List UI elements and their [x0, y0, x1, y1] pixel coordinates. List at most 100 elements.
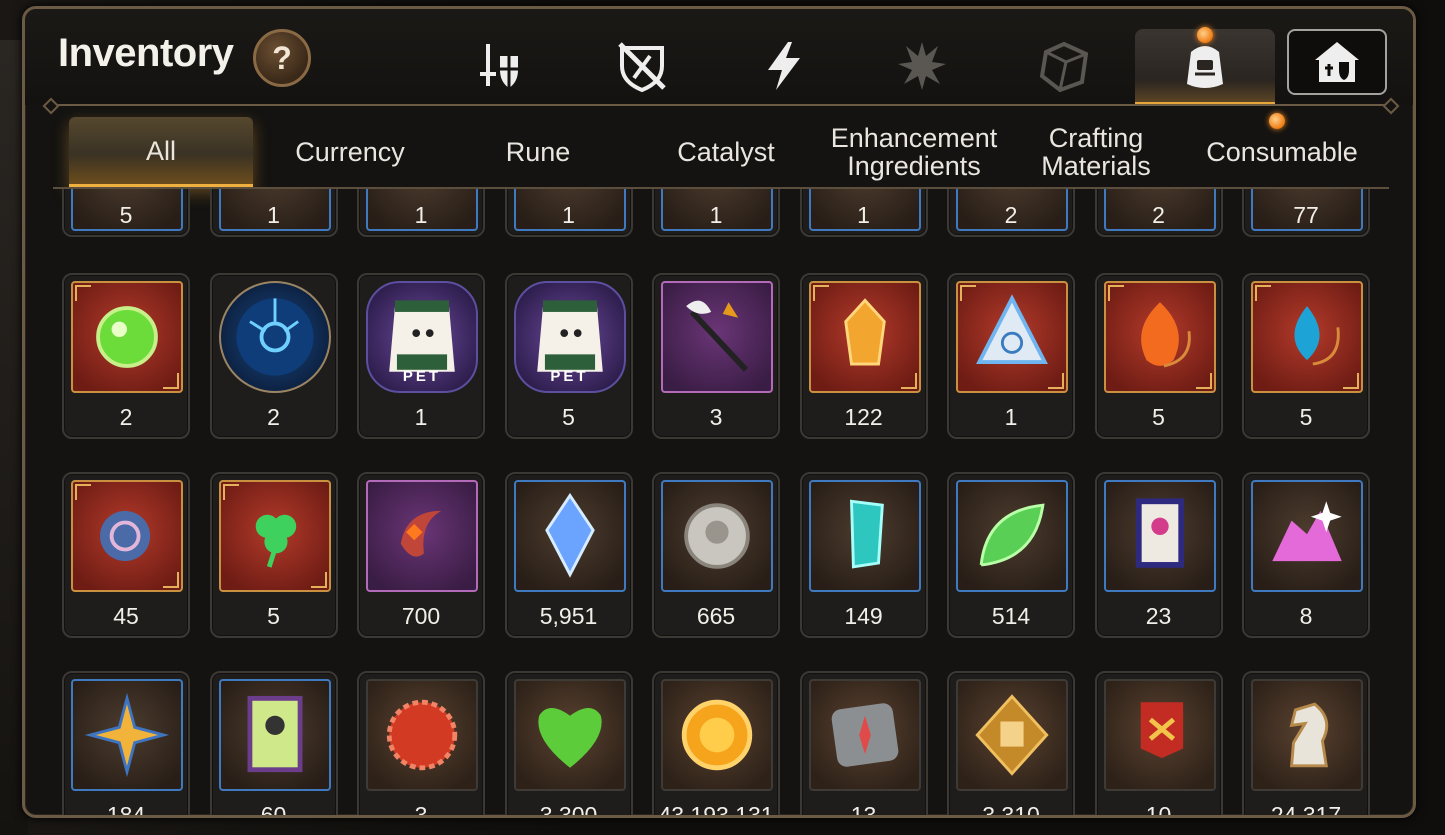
spiral-pendant-icon — [73, 482, 181, 590]
item-count: 43,193,131 — [658, 802, 774, 818]
red-banner-icon — [1106, 681, 1214, 789]
tab-consumable[interactable]: Consumable — [1187, 117, 1377, 187]
item-frame — [218, 480, 331, 592]
inventory-item[interactable]: 5 — [1094, 273, 1223, 439]
category-crossed-shield[interactable] — [597, 31, 687, 101]
item-frame — [661, 679, 773, 791]
inventory-item[interactable]: 60 — [209, 671, 338, 815]
bag-notification-dot — [1197, 27, 1213, 43]
guild-storage-button[interactable] — [1287, 29, 1387, 95]
inventory-item[interactable]: 1 — [652, 189, 780, 237]
item-count: 1 — [709, 202, 723, 228]
inventory-item[interactable]: 665 — [652, 472, 780, 638]
inventory-item[interactable]: 1 — [504, 189, 633, 237]
item-frame — [71, 679, 183, 791]
inventory-item[interactable]: 45 — [62, 472, 190, 638]
category-box[interactable] — [1019, 31, 1109, 101]
tab-crafting-materials[interactable]: Crafting Materials — [1011, 117, 1181, 187]
green-orb-icon — [73, 283, 181, 391]
pink-crystal-pile-icon — [1253, 482, 1361, 590]
tab-all[interactable]: All — [69, 117, 253, 187]
inventory-item[interactable]: 5 — [62, 189, 190, 237]
item-frame — [513, 679, 626, 791]
inventory-item[interactable]: 8 — [1242, 472, 1370, 638]
chess-knight-icon — [1253, 681, 1361, 789]
category-energy[interactable] — [739, 31, 829, 101]
inventory-item[interactable]: 10 — [1094, 671, 1223, 818]
item-count: 184 — [106, 802, 146, 818]
item-frame — [513, 480, 626, 592]
red-bottlecap-icon — [368, 681, 476, 789]
gold-crystal-icon — [811, 283, 919, 391]
item-count: 24,317 — [1270, 802, 1342, 818]
tab-enhancement-ingredients[interactable]: Enhancement Ingredients — [823, 117, 1005, 187]
stone-compass-icon — [811, 681, 919, 789]
page-title: Inventory — [58, 31, 234, 75]
inventory-item[interactable]: 3 — [357, 671, 485, 815]
shatter-icon — [898, 42, 946, 90]
item-frame — [1103, 679, 1216, 791]
tab-currency[interactable]: Currency — [259, 117, 441, 187]
item-frame — [808, 480, 921, 592]
item-count: 149 — [844, 603, 883, 629]
inventory-item[interactable]: 122 — [799, 273, 928, 439]
item-frame — [808, 679, 921, 791]
item-count: 5,951 — [539, 603, 598, 629]
category-fragments[interactable] — [877, 31, 967, 101]
fist-emblem-icon — [958, 681, 1066, 789]
pet-food-bag-icon: PET — [516, 283, 624, 391]
inventory-item[interactable]: 2 — [1094, 189, 1223, 237]
inventory-item[interactable]: 24,317 — [1242, 671, 1370, 818]
item-count: 5 — [1152, 404, 1165, 430]
item-count: 8 — [1299, 603, 1313, 629]
item-row: 184 60 3 3,300 43,193,131 13 3,310 10 24,317 — [62, 671, 1382, 818]
item-frame: PET — [513, 281, 626, 393]
inventory-item[interactable]: 5 — [1242, 273, 1370, 439]
tab-catalyst[interactable]: Catalyst — [635, 117, 817, 187]
item-count: 10 — [1145, 802, 1172, 818]
inventory-item[interactable]: 3,300 — [504, 671, 633, 815]
inventory-item[interactable]: 5 — [209, 472, 338, 638]
inventory-item[interactable]: 5,951 — [504, 472, 633, 638]
inventory-item[interactable]: 184 — [62, 671, 190, 818]
pet-label: PET — [402, 368, 442, 385]
inventory-item[interactable]: 77 — [1242, 189, 1370, 237]
item-frame — [1103, 480, 1216, 592]
inventory-item[interactable]: 2 — [62, 273, 190, 439]
blue-rune-disc-icon — [221, 283, 329, 391]
backpack-icon — [1187, 45, 1223, 88]
item-count: 3,310 — [982, 802, 1040, 818]
inventory-item[interactable]: 1 — [357, 189, 485, 237]
inventory-item[interactable]: 3 — [652, 273, 780, 439]
item-count: 122 — [844, 404, 883, 430]
item-count: 1 — [562, 202, 575, 228]
inventory-item[interactable]: 1 — [947, 273, 1075, 439]
inventory-item[interactable]: 1 — [209, 189, 338, 237]
inventory-item[interactable]: 43,193,131 — [652, 671, 780, 818]
inventory-panel: Inventory ? All Currency Rune Catalyst E… — [22, 6, 1416, 818]
inventory-item[interactable]: PET 1 — [357, 273, 485, 439]
inventory-item[interactable]: 700 — [357, 472, 485, 638]
inventory-item[interactable]: 2 — [209, 273, 338, 439]
category-equipment[interactable] — [455, 31, 545, 101]
item-count: 514 — [991, 603, 1031, 629]
item-count: 5 — [562, 404, 575, 430]
inventory-item[interactable]: 23 — [1094, 472, 1223, 638]
item-count: 45 — [113, 603, 139, 629]
inventory-item[interactable]: 3,310 — [947, 671, 1075, 818]
crossed-shield-icon — [618, 42, 666, 93]
header-divider — [51, 104, 1391, 106]
inventory-item[interactable]: 1 — [799, 189, 928, 237]
inventory-item[interactable]: 13 — [799, 671, 928, 815]
help-button[interactable]: ? — [253, 29, 311, 87]
item-count: 5 — [267, 603, 280, 629]
inventory-item[interactable]: 514 — [947, 472, 1075, 638]
blue-gem-icon — [516, 482, 624, 590]
tab-rune[interactable]: Rune — [447, 117, 629, 187]
inventory-item[interactable]: 149 — [799, 472, 928, 638]
item-count: 1 — [414, 404, 428, 430]
feather-wand-icon — [663, 283, 771, 391]
inventory-item[interactable]: 2 — [947, 189, 1075, 237]
inventory-item[interactable]: PET 5 — [504, 273, 633, 439]
item-count: 665 — [696, 603, 736, 629]
